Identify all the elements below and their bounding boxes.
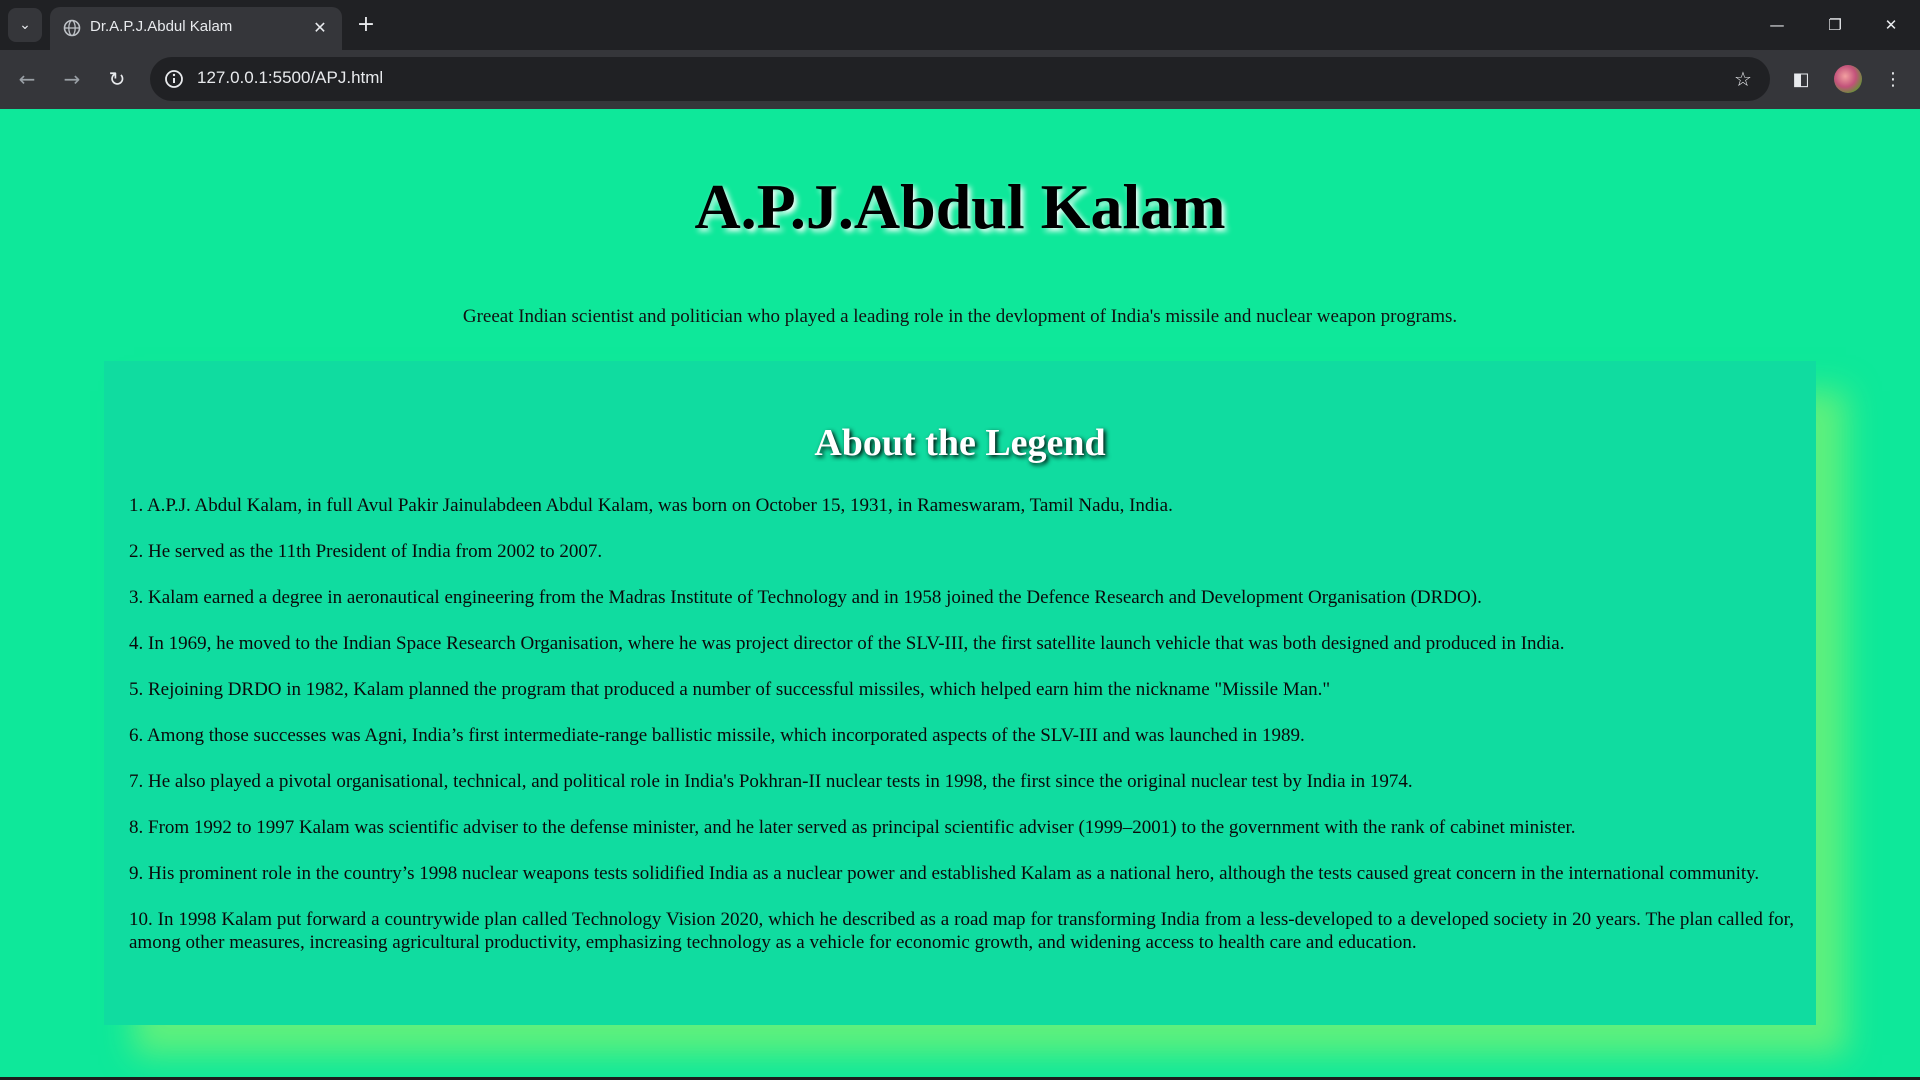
avatar[interactable]	[1834, 65, 1862, 93]
fact-item: 3. Kalam earned a degree in aeronautical…	[129, 587, 1482, 608]
minimize-icon[interactable]: —	[1748, 0, 1806, 50]
close-icon[interactable]: ✕	[1862, 0, 1920, 50]
forward-arrow-icon[interactable]: →	[55, 62, 89, 96]
globe-icon	[63, 19, 81, 37]
fact-item: 7. He also played a pivotal organisation…	[129, 771, 1413, 792]
fact-item: 1. A.P.J. Abdul Kalam, in full Avul Paki…	[129, 495, 1173, 516]
about-section: About the Legend 1. A.P.J. Abdul Kalam, …	[104, 361, 1816, 1025]
back-arrow-icon[interactable]: ←	[10, 62, 44, 96]
fact-item: 9. His prominent role in the country’s 1…	[129, 863, 1760, 884]
kebab-menu-icon[interactable]: ⋮	[1876, 62, 1910, 96]
page-title: A.P.J.Abdul Kalam	[694, 171, 1226, 242]
browser-tab-bar: ⌄ Dr.A.P.J.Abdul Kalam ✕ + — ❐ ✕	[0, 0, 1920, 50]
plus-icon[interactable]: +	[352, 10, 380, 38]
fact-item: 5. Rejoining DRDO in 1982, Kalam planned…	[129, 679, 1331, 700]
page-content: A.P.J.Abdul Kalam Greeat Indian scientis…	[0, 109, 1920, 1080]
fact-item: 6. Among those successes was Agni, India…	[129, 725, 1305, 746]
side-panel-icon[interactable]: ◧	[1784, 62, 1818, 96]
fact-item: 4. In 1969, he moved to the Indian Space…	[129, 633, 1565, 654]
star-icon[interactable]: ☆	[1730, 66, 1756, 92]
restore-icon[interactable]: ❐	[1806, 0, 1864, 50]
fact-item: 8. From 1992 to 1997 Kalam was scientifi…	[129, 817, 1576, 838]
browser-toolbar: ← → ↻ 127.0.0.1:5500/APJ.html ☆ ◧ ⋮	[0, 50, 1920, 109]
fact-item: 10. In 1998 Kalam put forward a countryw…	[129, 909, 1794, 953]
facts-list: 1. A.P.J. Abdul Kalam, in full Avul Paki…	[129, 494, 1794, 977]
fact-item: 2. He served as the 11th President of In…	[129, 541, 603, 562]
url-text[interactable]: 127.0.0.1:5500/APJ.html	[197, 68, 383, 88]
tab-title: Dr.A.P.J.Abdul Kalam	[90, 18, 233, 35]
page-tagline: Greeat Indian scientist and politician w…	[462, 306, 1458, 327]
close-icon[interactable]: ✕	[308, 15, 332, 39]
address-bar[interactable]: 127.0.0.1:5500/APJ.html ☆	[150, 57, 1770, 101]
about-heading: About the Legend	[814, 422, 1106, 464]
reload-icon[interactable]: ↻	[100, 62, 134, 96]
info-icon[interactable]	[162, 67, 186, 91]
browser-tab[interactable]: Dr.A.P.J.Abdul Kalam ✕	[50, 7, 342, 50]
chevron-down-icon[interactable]: ⌄	[8, 8, 42, 42]
